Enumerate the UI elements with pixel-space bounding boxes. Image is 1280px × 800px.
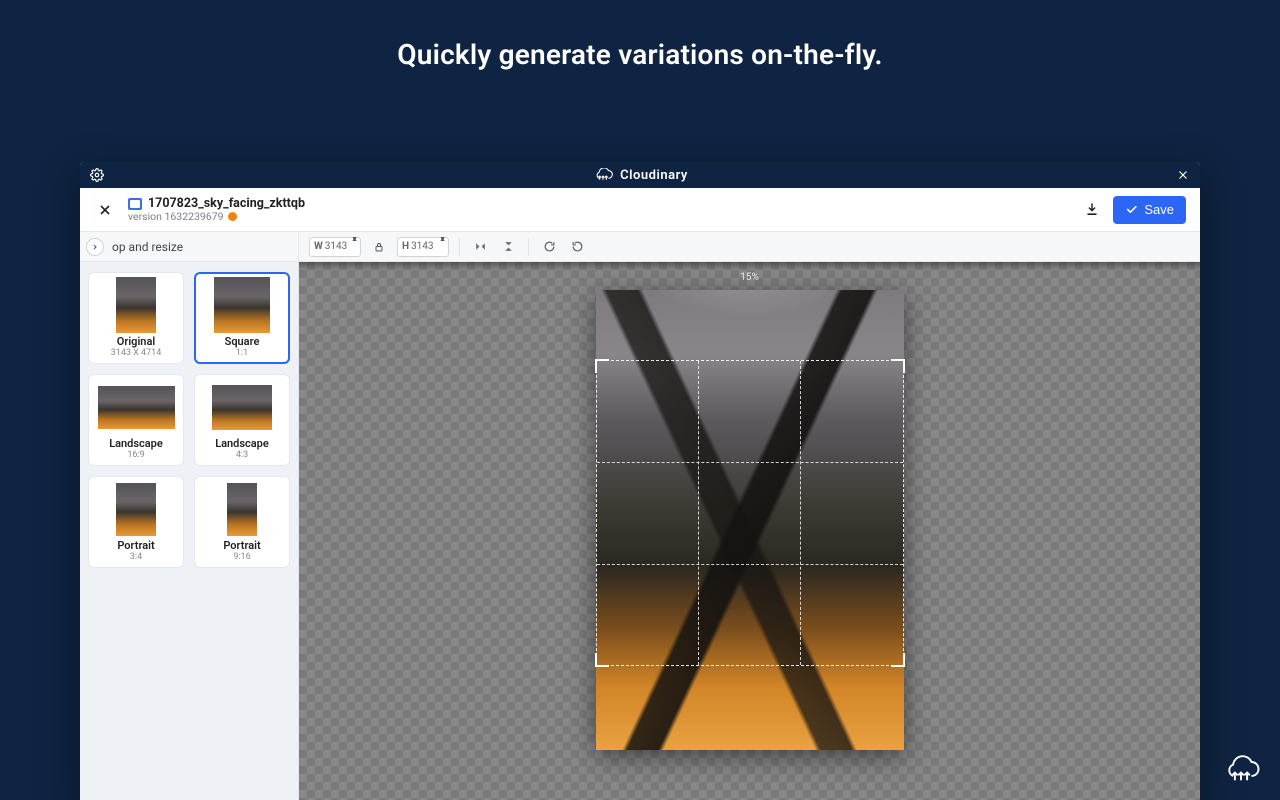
app-window: Cloudinary 1707823_sky_facing_zkttqb ver… <box>80 162 1200 800</box>
rotate-left-icon[interactable] <box>567 237 587 257</box>
file-version: version 1632239679 <box>128 211 224 223</box>
marketing-headline: Quickly generate variations on-the-fly. <box>0 0 1280 71</box>
preset-thumb <box>116 277 156 333</box>
height-value: 3143 <box>411 241 433 252</box>
gear-icon[interactable] <box>90 168 104 182</box>
flip-horizontal-icon[interactable] <box>470 237 490 257</box>
window-close-icon[interactable] <box>1176 168 1190 182</box>
titlebar: Cloudinary <box>80 162 1200 188</box>
width-input[interactable]: W 3143 ▲▼ <box>309 237 361 257</box>
width-value: 3143 <box>325 241 347 252</box>
preset-thumb <box>212 385 272 430</box>
editor-header: 1707823_sky_facing_zkttqb version 163223… <box>80 188 1200 232</box>
width-label: W <box>314 241 323 252</box>
preset-name: Square <box>225 335 260 348</box>
preset-portrait-34[interactable]: Portrait3:4 <box>88 476 184 568</box>
preset-ratio: 3143 X 4714 <box>111 348 162 358</box>
preset-square-11[interactable]: Square1:1 <box>194 272 290 364</box>
lock-aspect-icon[interactable] <box>369 237 389 257</box>
image-file-icon <box>128 198 142 210</box>
crop-box[interactable] <box>596 360 904 666</box>
preset-name: Portrait <box>223 539 260 552</box>
preset-thumb <box>98 386 175 429</box>
height-label: H <box>402 241 409 252</box>
crop-handle-tr[interactable] <box>891 359 905 373</box>
rotate-right-icon[interactable] <box>539 237 559 257</box>
preset-ratio: 9:16 <box>233 552 250 562</box>
brand-logo: Cloudinary <box>592 168 688 183</box>
subtoolbar: op and resize W 3143 ▲▼ H 3143 ▲▼ <box>80 232 1200 262</box>
presets-sidebar: Original3143 X 4714Square1:1Landscape16:… <box>80 262 299 800</box>
preset-ratio: 1:1 <box>236 348 248 358</box>
file-meta: 1707823_sky_facing_zkttqb version 163223… <box>128 197 305 222</box>
preset-ratio: 4:3 <box>236 450 248 460</box>
preset-name: Original <box>117 335 155 348</box>
crop-handle-br[interactable] <box>891 653 905 667</box>
panel-title: op and resize <box>112 240 183 254</box>
save-button-label: Save <box>1144 202 1174 217</box>
preset-landscape-43[interactable]: Landscape4:3 <box>194 374 290 466</box>
canvas-area[interactable]: 15% <box>299 262 1200 800</box>
preset-portrait-916[interactable]: Portrait9:16 <box>194 476 290 568</box>
close-button[interactable] <box>94 199 116 221</box>
preset-thumb <box>227 483 257 536</box>
divider <box>459 238 460 256</box>
file-name: 1707823_sky_facing_zkttqb <box>148 197 305 211</box>
preset-thumb <box>214 277 270 333</box>
save-button[interactable]: Save <box>1113 196 1186 224</box>
download-button[interactable] <box>1081 199 1103 221</box>
preset-thumb <box>116 483 156 536</box>
cloudinary-watermark-icon <box>1220 754 1262 788</box>
preset-name: Landscape <box>215 437 269 450</box>
preset-original-31434714[interactable]: Original3143 X 4714 <box>88 272 184 364</box>
preset-grid: Original3143 X 4714Square1:1Landscape16:… <box>88 272 290 568</box>
preset-landscape-169[interactable]: Landscape16:9 <box>88 374 184 466</box>
preset-ratio: 3:4 <box>130 552 142 562</box>
zoom-level: 15% <box>740 272 759 283</box>
crop-handle-tl[interactable] <box>595 359 609 373</box>
editor-main: Original3143 X 4714Square1:1Landscape16:… <box>80 262 1200 800</box>
unsaved-indicator-icon <box>228 212 237 221</box>
panel-header: op and resize <box>80 232 299 261</box>
preset-name: Portrait <box>117 539 154 552</box>
preset-ratio: 16:9 <box>127 450 144 460</box>
collapse-panel-button[interactable] <box>86 238 104 256</box>
divider <box>528 238 529 256</box>
preset-name: Landscape <box>109 437 163 450</box>
crop-handle-bl[interactable] <box>595 653 609 667</box>
brand-text: Cloudinary <box>620 168 688 183</box>
height-input[interactable]: H 3143 ▲▼ <box>397 237 449 257</box>
flip-vertical-icon[interactable] <box>498 237 518 257</box>
